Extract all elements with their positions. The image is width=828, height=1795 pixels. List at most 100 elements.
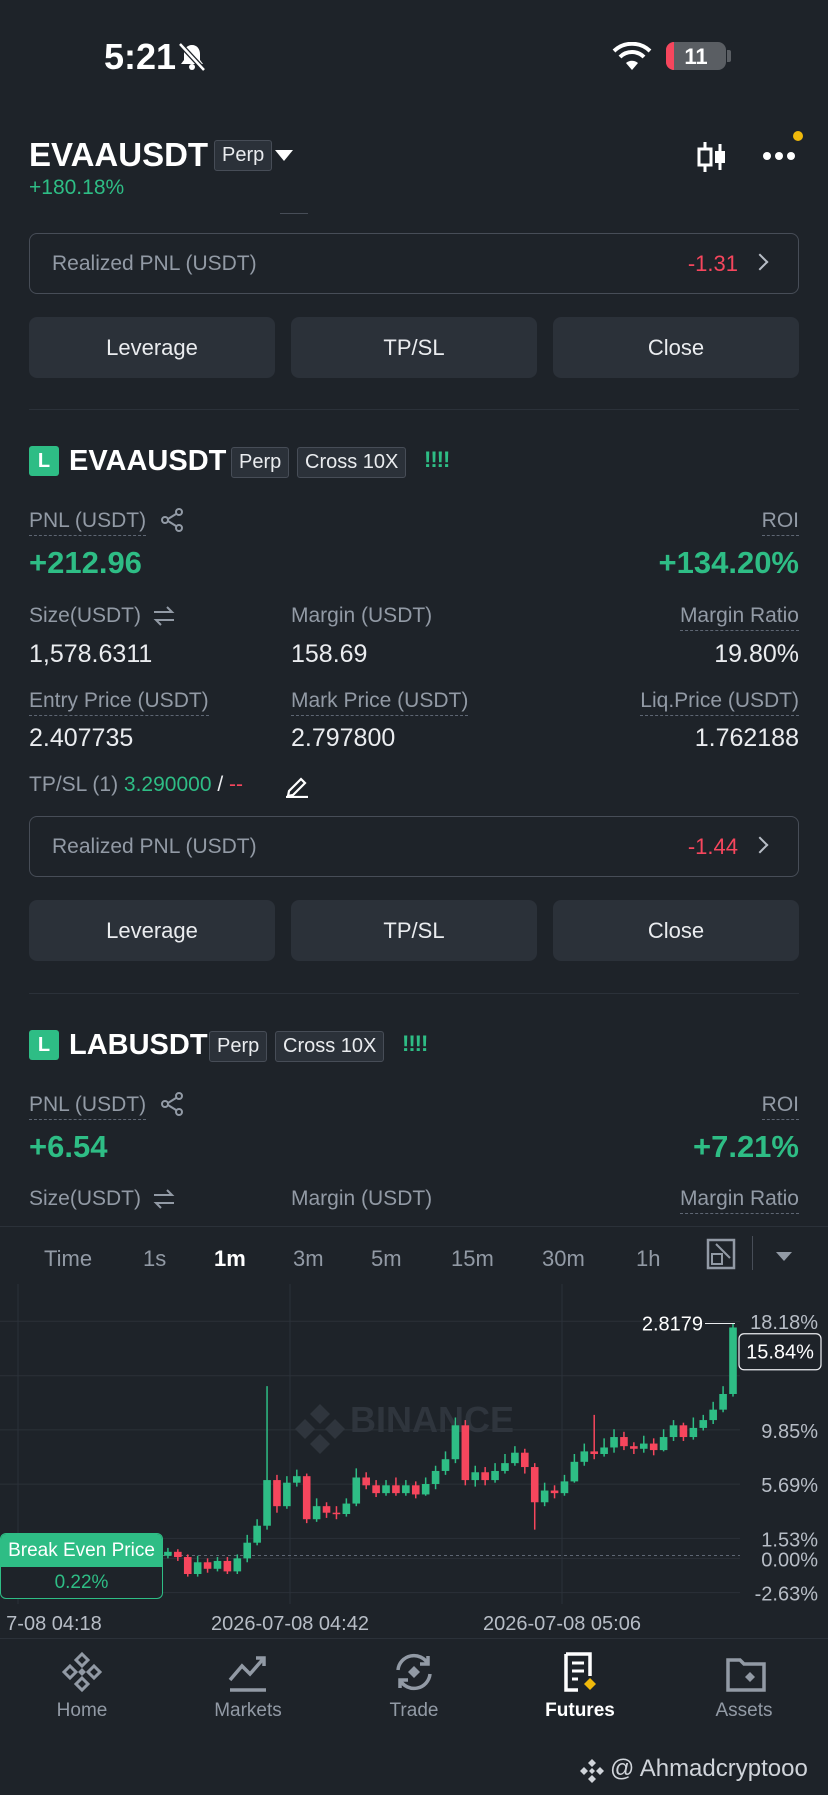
timeframe-5m[interactable]: 5m [371, 1246, 402, 1272]
candle-body [431, 1470, 440, 1484]
perp-tag: Perp [209, 1031, 268, 1062]
break-even-box: Break Even Price 0.22% [0, 1533, 163, 1599]
edit-icon[interactable] [284, 772, 310, 798]
pnl-label[interactable]: PNL (USDT) [29, 509, 147, 536]
trade-icon[interactable] [392, 1650, 436, 1694]
pnl-label[interactable]: PNL (USDT) [29, 1093, 147, 1120]
timeframe-15m[interactable]: 15m [451, 1246, 494, 1272]
chevron-right-icon [751, 836, 769, 854]
candle-body [402, 1485, 410, 1494]
tpsl-button-0[interactable]: TP/SL [291, 317, 537, 378]
time-label: 7-08 04:18 [6, 1613, 102, 1635]
futures-icon[interactable] [558, 1650, 602, 1694]
mark-price-label[interactable]: Mark Price (USDT) [291, 689, 469, 716]
credit-watermark: @ Ahmadcryptooo [610, 1755, 808, 1782]
close-button-0[interactable]: Close [553, 317, 799, 378]
timeframe-1h[interactable]: 1h [636, 1246, 660, 1272]
candle-body [699, 1420, 708, 1428]
candle-body [630, 1446, 638, 1449]
timeframe-time[interactable]: Time [44, 1246, 92, 1272]
header-symbol[interactable]: EVAAUSDT [29, 136, 208, 174]
leverage-button-0[interactable]: Leverage [29, 317, 275, 378]
close-button-1[interactable]: Close [553, 900, 799, 961]
battery-indicator: 11 [666, 42, 726, 70]
axis-label: 5.69% [761, 1475, 818, 1497]
margin-label: Margin (USDT) [291, 604, 433, 627]
candle-body [213, 1560, 222, 1569]
timeframe-3m[interactable]: 3m [293, 1246, 324, 1272]
share-icon[interactable] [160, 508, 184, 532]
candlestick-chart-icon[interactable] [696, 140, 728, 174]
swap-icon[interactable] [152, 1188, 176, 1210]
candle-body [511, 1452, 519, 1464]
candle-body [312, 1506, 321, 1520]
chevron-down-icon[interactable] [776, 1252, 792, 1261]
candle-body [342, 1503, 351, 1514]
binance-watermark: BINANCE [350, 1399, 514, 1440]
swap-icon[interactable] [152, 605, 176, 627]
divider [29, 993, 799, 994]
position-symbol[interactable]: LABUSDT [69, 1029, 208, 1062]
candle-body [620, 1437, 628, 1447]
candle-body [481, 1472, 489, 1481]
roi-label[interactable]: ROI [761, 1093, 799, 1120]
pnl-value: +212.96 [29, 545, 142, 580]
battery-tip [727, 50, 731, 62]
time-label: 2026-07-08 04:42 [211, 1613, 369, 1635]
candle-body [382, 1485, 390, 1494]
status-time: 5:21 [104, 36, 177, 77]
tpsl-separator: / [217, 773, 224, 796]
candle-body [164, 1551, 172, 1556]
position-symbol[interactable]: EVAAUSDT [69, 445, 226, 478]
break-even-value: 0.22% [54, 1572, 109, 1593]
nav-home[interactable]: Home [17, 1700, 147, 1722]
realized-pnl-row-0[interactable]: Realized PNL (USDT) -1.31 [29, 233, 799, 294]
chevron-down-icon[interactable] [275, 150, 293, 161]
current-pct: 15.84% [746, 1342, 814, 1364]
fullscreen-chart-icon[interactable] [706, 1238, 736, 1270]
candle-body [471, 1472, 480, 1481]
timeframe-30m[interactable]: 30m [542, 1246, 585, 1272]
liq-price-value: 1.762188 [694, 724, 799, 752]
realized-pnl-row-1[interactable]: Realized PNL (USDT) -1.44 [29, 816, 799, 877]
nav-markets[interactable]: Markets [183, 1700, 313, 1722]
tpsl-label: TP/SL (1) [29, 773, 119, 796]
candle-body [451, 1425, 460, 1460]
timeframe-1s[interactable]: 1s [143, 1246, 166, 1272]
nav-trade[interactable]: Trade [349, 1700, 479, 1722]
candle-body [570, 1461, 579, 1482]
bell-muted-icon [178, 42, 206, 72]
axis-label: 1.53% [761, 1529, 818, 1551]
markets-icon[interactable] [226, 1650, 270, 1694]
candle-body [362, 1477, 370, 1486]
candle-body [639, 1443, 648, 1449]
margin-ratio-value: 19.80% [714, 640, 799, 668]
nav-futures[interactable]: Futures [515, 1700, 645, 1722]
tpsl-button-1[interactable]: TP/SL [291, 900, 537, 961]
roi-label[interactable]: ROI [761, 509, 799, 536]
candle-body [729, 1327, 737, 1394]
header-perp-tag: Perp [214, 140, 273, 171]
entry-price-label[interactable]: Entry Price (USDT) [29, 689, 209, 716]
margin-ratio-label[interactable]: Margin Ratio [679, 1187, 799, 1214]
candle-body [322, 1506, 331, 1513]
liq-price-label[interactable]: Liq.Price (USDT) [640, 689, 799, 716]
candle-body [659, 1437, 668, 1451]
candle-body [292, 1476, 301, 1483]
home-icon[interactable] [60, 1650, 104, 1694]
assets-icon[interactable] [724, 1650, 768, 1694]
candle-body [411, 1485, 420, 1495]
candle-body [600, 1447, 608, 1454]
candle-body [203, 1562, 212, 1569]
risk-bars: !!!! [424, 447, 450, 472]
roi-value: +7.21% [692, 1129, 799, 1164]
timeframe-1m[interactable]: 1m [214, 1246, 246, 1272]
chevron-right-icon [751, 253, 769, 271]
more-icon[interactable] [762, 150, 796, 162]
wifi-icon [612, 42, 652, 70]
nav-assets[interactable]: Assets [679, 1700, 809, 1722]
roi-value: +134.20% [658, 545, 799, 580]
margin-ratio-label[interactable]: Margin Ratio [679, 604, 799, 631]
share-icon[interactable] [160, 1092, 184, 1116]
leverage-button-1[interactable]: Leverage [29, 900, 275, 961]
